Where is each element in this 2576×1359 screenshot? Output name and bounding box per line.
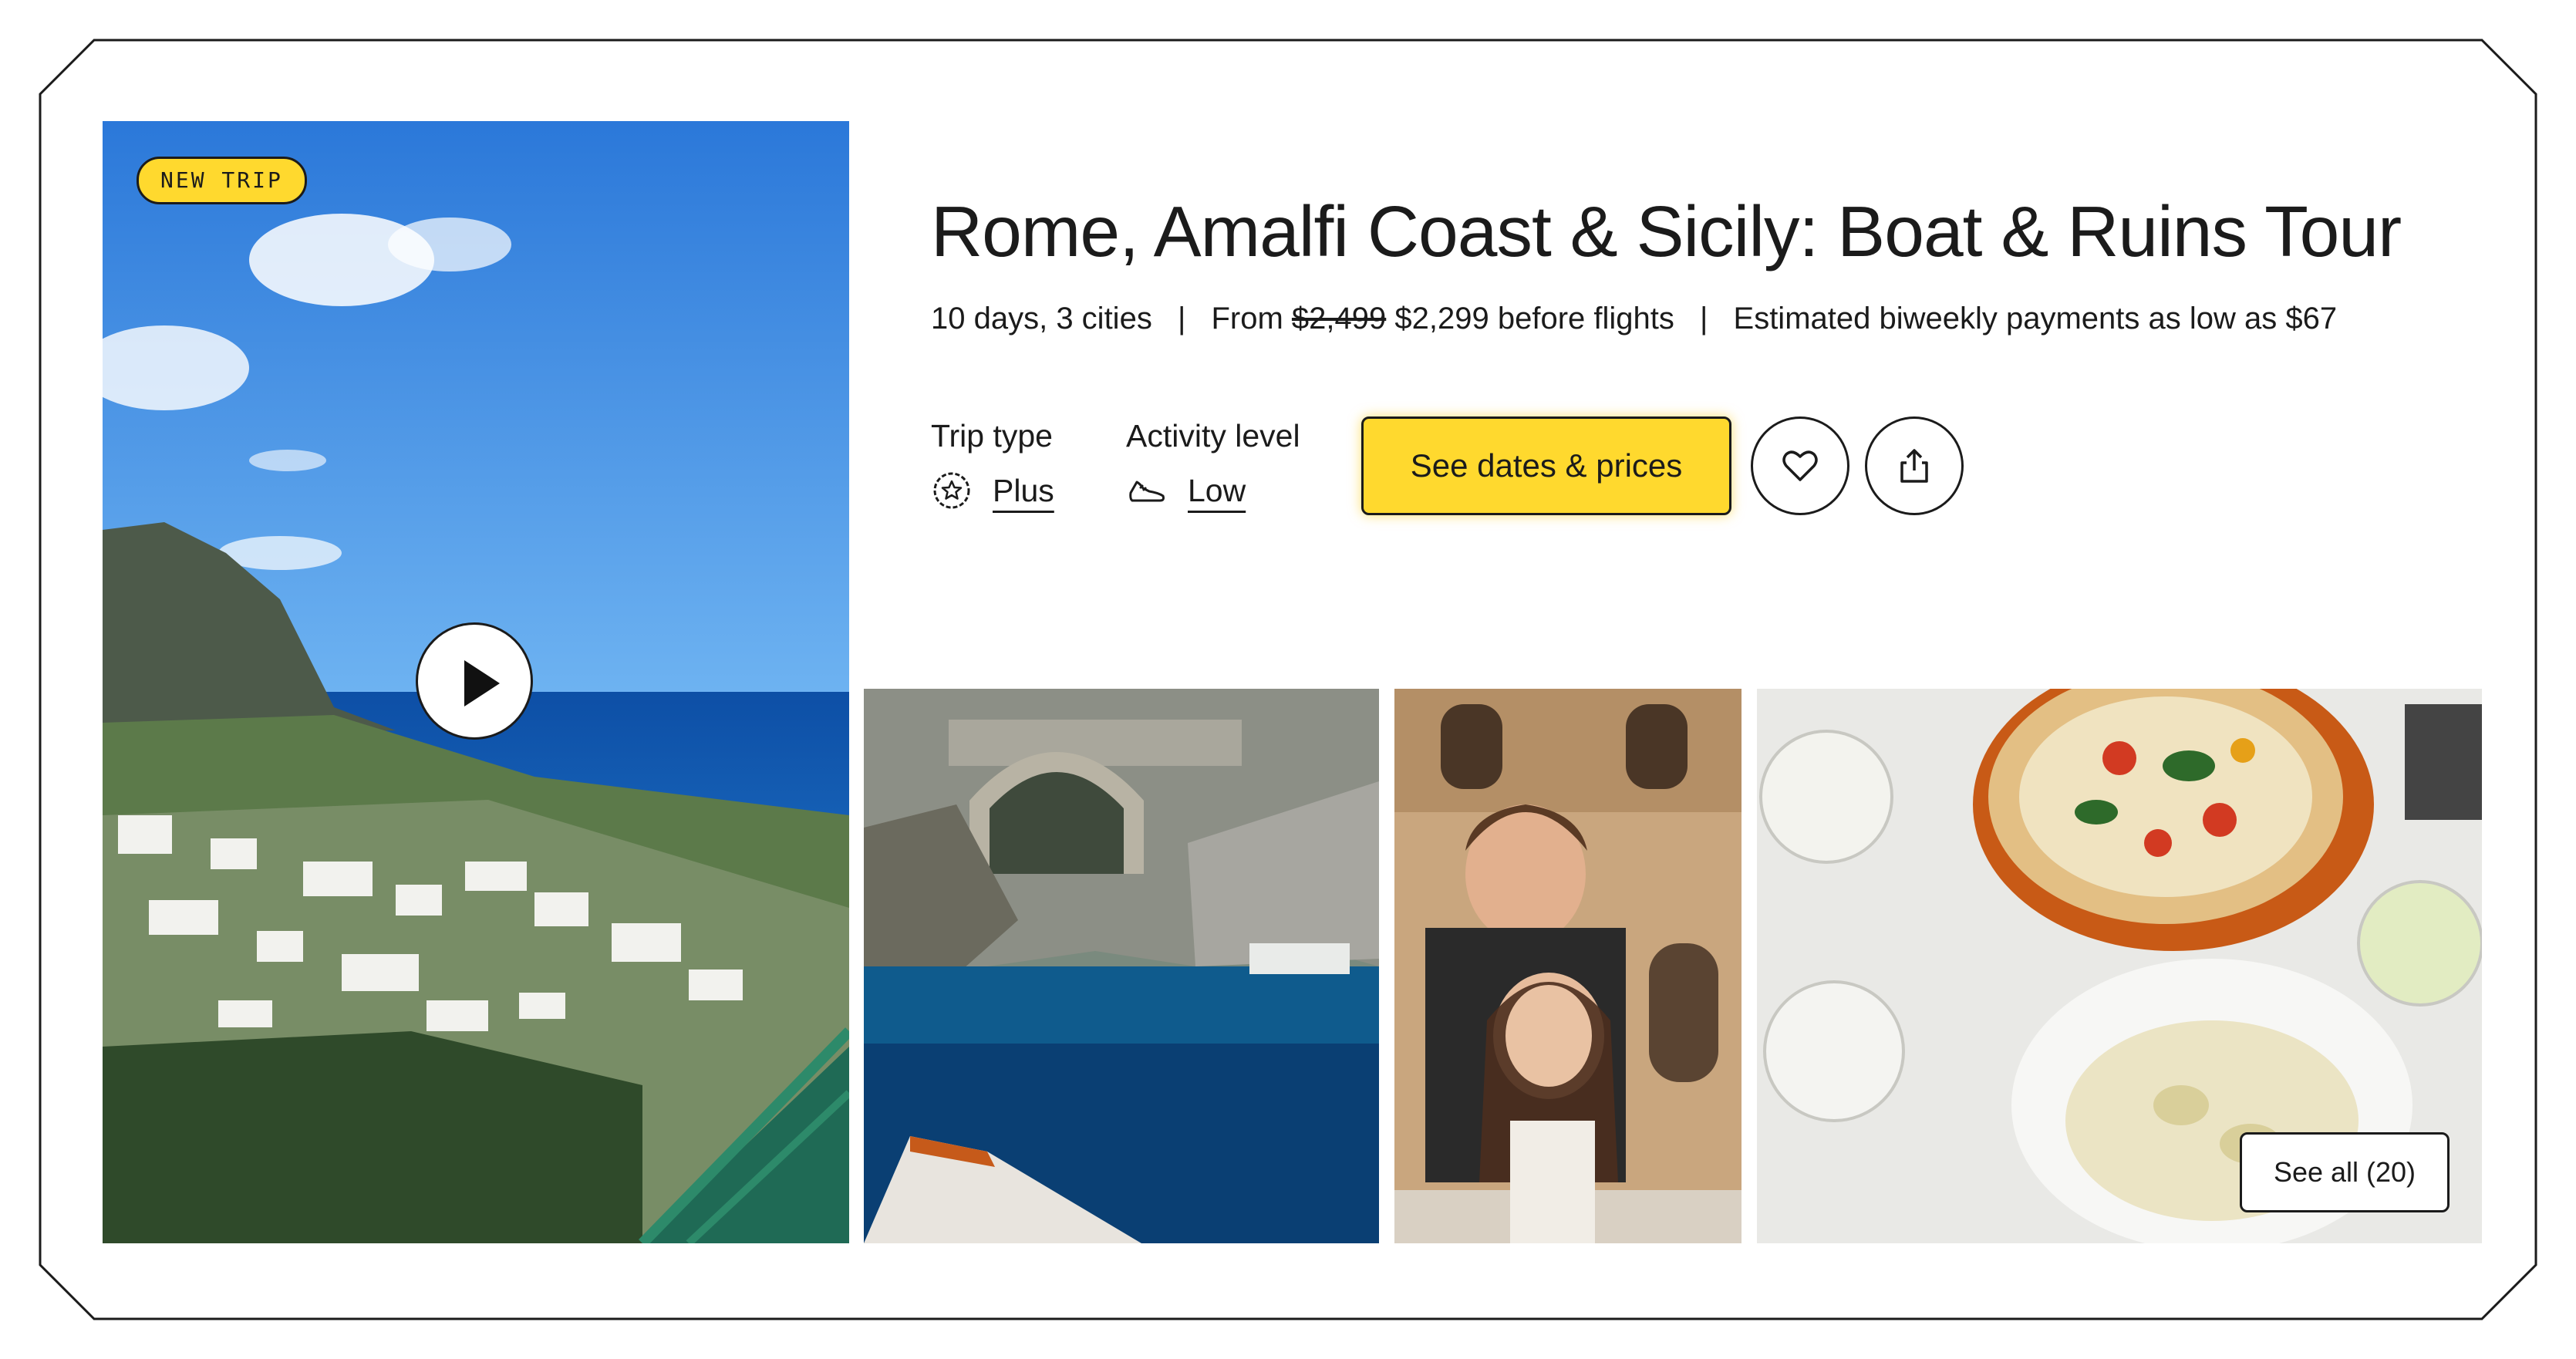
activity-level-link[interactable]: Low xyxy=(1126,470,1300,511)
gallery-photo-colosseum[interactable] xyxy=(1394,689,1741,1243)
price-from-label: From xyxy=(1211,302,1283,336)
current-price: $2,299 before flights xyxy=(1394,302,1674,336)
activity-level: Activity level Low xyxy=(1126,413,1300,511)
trip-type: Trip type Plus xyxy=(931,413,1054,511)
trip-type-label: Trip type xyxy=(931,418,1053,454)
meta-divider: | xyxy=(1700,302,1708,336)
star-badge-icon xyxy=(933,472,970,509)
meta-divider: | xyxy=(1177,302,1186,336)
gallery-photo-food[interactable]: See all (20) xyxy=(1757,689,2482,1243)
shoe-icon xyxy=(1129,481,1165,502)
trip-title: Rome, Amalfi Coast & Sicily: Boat & Ruin… xyxy=(931,191,2402,271)
see-dates-prices-button[interactable]: See dates & prices xyxy=(1361,416,1731,515)
trip-type-value[interactable]: Plus xyxy=(993,473,1054,509)
play-icon xyxy=(464,660,500,706)
trip-video[interactable]: NEW TRIP xyxy=(103,121,849,1243)
old-price: $2,499 xyxy=(1291,302,1387,336)
share-button[interactable] xyxy=(1865,416,1964,515)
trip-meta: 10 days, 3 cities | From $2,499 $2,299 b… xyxy=(931,299,2337,338)
new-trip-badge: NEW TRIP xyxy=(137,157,307,204)
gallery-photo-boat[interactable] xyxy=(864,689,1379,1243)
activity-level-label: Activity level xyxy=(1126,418,1300,454)
share-icon xyxy=(1900,449,1928,483)
trip-type-link[interactable]: Plus xyxy=(931,470,1054,511)
heart-icon xyxy=(1782,450,1818,481)
save-button[interactable] xyxy=(1751,416,1849,515)
trip-duration: 10 days, 3 cities xyxy=(931,302,1152,336)
see-all-photos-button[interactable]: See all (20) xyxy=(2240,1132,2450,1212)
activity-level-value[interactable]: Low xyxy=(1188,473,1246,509)
play-button[interactable] xyxy=(416,622,533,740)
payments-info: Estimated biweekly payments as low as $6… xyxy=(1733,302,2338,336)
